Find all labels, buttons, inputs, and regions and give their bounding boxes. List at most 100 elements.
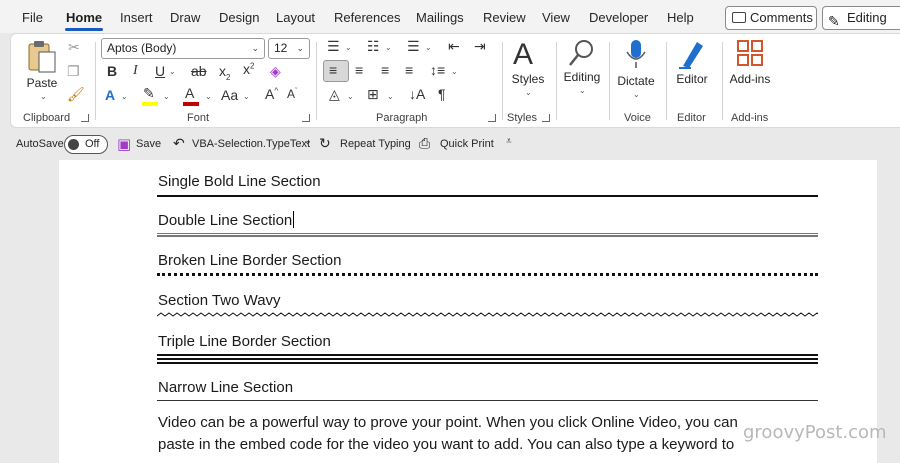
clipboard-launcher-icon[interactable] bbox=[81, 114, 89, 122]
quick-print-icon[interactable]: ⎙ bbox=[419, 135, 430, 152]
dictate-label: Dictate bbox=[617, 74, 655, 88]
align-left-icon: ≡ bbox=[329, 62, 338, 78]
underline-dropdown-icon[interactable]: ⌄ bbox=[169, 67, 176, 76]
tab-help[interactable]: Help bbox=[667, 10, 694, 25]
line-spacing-icon[interactable]: ↕≡ bbox=[430, 62, 445, 78]
section-heading-broken[interactable]: Broken Line Border Section bbox=[158, 252, 341, 269]
tab-references[interactable]: References bbox=[334, 10, 400, 25]
strikethrough-icon[interactable]: ab bbox=[191, 63, 207, 79]
underline-icon[interactable]: U bbox=[155, 63, 165, 79]
autosave-toggle[interactable]: Off bbox=[64, 135, 108, 154]
justify-icon[interactable]: ≡ bbox=[405, 62, 413, 78]
tab-layout[interactable]: Layout bbox=[276, 10, 315, 25]
font-name-combo[interactable]: Aptos (Body) ⌄ bbox=[101, 38, 265, 59]
format-painter-icon[interactable]: 🖌 bbox=[67, 86, 85, 103]
borders-icon[interactable]: ⊞ bbox=[367, 86, 379, 103]
numbering-dropdown-icon[interactable]: ⌄ bbox=[385, 43, 392, 52]
double-border-top bbox=[157, 233, 818, 234]
section-heading-wavy[interactable]: Section Two Wavy bbox=[158, 292, 281, 309]
align-center-icon[interactable]: ≡ bbox=[355, 62, 363, 78]
text-cursor bbox=[293, 211, 295, 228]
tab-design[interactable]: Design bbox=[219, 10, 259, 25]
change-case-icon[interactable]: Aa bbox=[221, 87, 238, 103]
multilevel-dropdown-icon[interactable]: ⌄ bbox=[425, 43, 432, 52]
tab-review[interactable]: Review bbox=[483, 10, 526, 25]
tab-developer[interactable]: Developer bbox=[589, 10, 648, 25]
align-right-icon[interactable]: ≡ bbox=[381, 62, 389, 78]
section-heading-double[interactable]: Double Line Section bbox=[158, 211, 295, 229]
triple-border-line-3 bbox=[157, 362, 818, 364]
subscript-icon[interactable]: x2 bbox=[219, 63, 230, 82]
editor-button[interactable]: Editor bbox=[671, 38, 713, 108]
triple-border-line-1 bbox=[157, 354, 818, 356]
grow-font-icon[interactable]: A^ bbox=[265, 86, 278, 102]
body-paragraph[interactable]: Video can be a powerful way to prove you… bbox=[158, 412, 828, 456]
styles-group-label: Styles bbox=[507, 112, 537, 124]
comments-label: Comments bbox=[750, 10, 813, 25]
editing-mode-button[interactable]: ✎ Editing bbox=[822, 6, 900, 30]
repeat-typing-label[interactable]: Repeat Typing bbox=[340, 138, 411, 150]
highlight-dropdown-icon[interactable]: ⌄ bbox=[163, 92, 170, 101]
styles-launcher-icon[interactable] bbox=[542, 114, 550, 122]
multilevel-list-icon[interactable]: ☰ bbox=[407, 38, 420, 55]
italic-icon[interactable]: I bbox=[133, 63, 138, 79]
bullets-icon[interactable]: ☰ bbox=[327, 38, 340, 55]
editor-group-label: Editor bbox=[677, 112, 706, 124]
section-heading-narrow[interactable]: Narrow Line Section bbox=[158, 379, 293, 396]
toggle-knob bbox=[68, 139, 79, 150]
tab-home[interactable]: Home bbox=[66, 10, 102, 25]
shading-dropdown-icon[interactable]: ⌄ bbox=[347, 92, 354, 101]
clear-formatting-icon[interactable]: ◈ bbox=[270, 63, 281, 80]
copy-icon[interactable]: ❐ bbox=[67, 63, 80, 80]
styles-button[interactable]: A Styles ⌄ bbox=[507, 38, 549, 108]
vba-selection-label[interactable]: VBA-Selection.TypeText bbox=[192, 138, 310, 150]
cut-icon[interactable]: ✂ bbox=[68, 39, 80, 56]
comments-button[interactable]: Comments bbox=[725, 6, 817, 30]
single-bold-border bbox=[157, 195, 818, 197]
change-case-dropdown-icon[interactable]: ⌄ bbox=[243, 92, 250, 101]
quick-print-label[interactable]: Quick Print bbox=[440, 138, 494, 150]
bullets-dropdown-icon[interactable]: ⌄ bbox=[345, 43, 352, 52]
align-left-button[interactable]: ≡ bbox=[323, 60, 349, 82]
section-heading-single-bold[interactable]: Single Bold Line Section bbox=[158, 173, 321, 190]
font-color-dropdown-icon[interactable]: ⌄ bbox=[205, 92, 212, 101]
font-launcher-icon[interactable] bbox=[302, 114, 310, 122]
tab-insert[interactable]: Insert bbox=[120, 10, 153, 25]
superscript-icon[interactable]: x2 bbox=[243, 61, 254, 77]
repeat-icon[interactable]: ↻ bbox=[319, 135, 331, 152]
triple-border-line-2 bbox=[157, 358, 818, 360]
tab-mailings[interactable]: Mailings bbox=[416, 10, 464, 25]
numbering-icon[interactable]: ☷ bbox=[367, 38, 380, 55]
font-name-value: Aptos (Body) bbox=[107, 41, 177, 55]
show-formatting-icon[interactable]: ¶ bbox=[438, 86, 446, 102]
increase-indent-icon[interactable]: ⇥ bbox=[474, 38, 486, 55]
borders-dropdown-icon[interactable]: ⌄ bbox=[387, 92, 394, 101]
customize-qat-icon[interactable]: ⩡ bbox=[506, 136, 512, 147]
tab-view[interactable]: View bbox=[542, 10, 570, 25]
decrease-indent-icon[interactable]: ⇤ bbox=[448, 38, 460, 55]
line-spacing-dropdown-icon[interactable]: ⌄ bbox=[451, 67, 458, 76]
text-effects-dropdown-icon[interactable]: ⌄ bbox=[121, 92, 128, 101]
bold-icon[interactable]: B bbox=[107, 63, 117, 79]
save-icon[interactable]: ▣ bbox=[117, 135, 131, 153]
shading-icon[interactable]: ◬ bbox=[329, 86, 340, 103]
editing-button[interactable]: Editing ⌄ bbox=[559, 38, 605, 108]
text-effects-icon[interactable]: A bbox=[105, 87, 115, 103]
undo-dropdown-icon[interactable]: ⌄ bbox=[304, 136, 312, 147]
sort-icon[interactable]: ↓A bbox=[409, 86, 425, 102]
undo-icon[interactable]: ↶ bbox=[173, 135, 185, 152]
font-color-icon[interactable]: A bbox=[185, 85, 194, 101]
font-color-swatch bbox=[183, 102, 199, 106]
paste-button[interactable]: Paste ⌄ bbox=[21, 40, 63, 104]
separator bbox=[502, 42, 503, 120]
dictate-button[interactable]: Dictate ⌄ bbox=[613, 38, 659, 108]
section-heading-triple[interactable]: Triple Line Border Section bbox=[158, 333, 331, 350]
tab-draw[interactable]: Draw bbox=[170, 10, 200, 25]
tab-file[interactable]: File bbox=[22, 10, 43, 25]
font-size-combo[interactable]: 12 ⌄ bbox=[268, 38, 310, 59]
shrink-font-icon[interactable]: Aˇ bbox=[287, 87, 297, 101]
highlight-icon[interactable]: ✎ bbox=[143, 85, 155, 102]
add-ins-button[interactable]: Add-ins bbox=[725, 38, 775, 108]
paragraph-launcher-icon[interactable] bbox=[488, 114, 496, 122]
save-label[interactable]: Save bbox=[136, 138, 161, 150]
